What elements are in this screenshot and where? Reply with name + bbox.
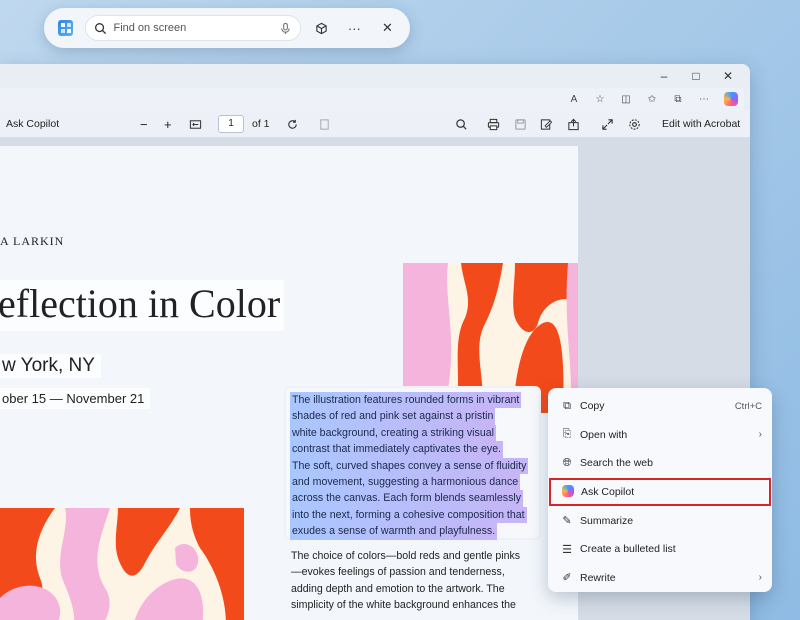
settings-button[interactable] bbox=[628, 110, 641, 138]
mic-icon[interactable] bbox=[279, 22, 292, 35]
app-logo-icon bbox=[58, 20, 74, 36]
selected-line: shades of red and pink set against a pri… bbox=[290, 408, 496, 425]
print-icon bbox=[487, 118, 500, 130]
artwork-image-bottom bbox=[0, 508, 244, 620]
zoom-in-button[interactable]: + bbox=[164, 110, 172, 138]
body-line: The choice of colors—bold reds and gentl… bbox=[291, 550, 521, 562]
menu-item-label: Rewrite bbox=[580, 571, 616, 584]
pdf-page: A LARKIN eflection in Color w York, NY o… bbox=[0, 146, 578, 620]
rotate-button[interactable] bbox=[286, 110, 299, 138]
selected-line: The illustration features rounded forms … bbox=[290, 392, 522, 409]
favorite-icon[interactable]: ☆ bbox=[594, 94, 606, 105]
menu-item-bulleted-list[interactable]: ☰ Create a bulleted list bbox=[548, 535, 772, 564]
menu-item-label: Copy bbox=[580, 400, 605, 413]
more-button[interactable]: ··· bbox=[342, 15, 367, 41]
body-paragraph: The choice of colors—bold reds and gentl… bbox=[291, 548, 551, 614]
selected-line: across the canvas. Each form blends seam… bbox=[290, 490, 524, 507]
fit-page-button[interactable] bbox=[189, 110, 202, 138]
menu-item-summarize[interactable]: ✎ Summarize bbox=[548, 506, 772, 535]
open-with-icon: ⎘ bbox=[562, 428, 572, 441]
cube-icon bbox=[315, 22, 327, 34]
share-button[interactable] bbox=[567, 110, 580, 138]
selected-line: and movement, suggesting a harmonious da… bbox=[290, 474, 521, 491]
edit-with-acrobat-button[interactable]: Edit with Acrobat bbox=[662, 110, 740, 138]
share-icon bbox=[568, 118, 579, 130]
page-total: of 1 bbox=[252, 118, 270, 130]
fit-page-icon bbox=[189, 119, 202, 129]
rotate-icon bbox=[288, 119, 297, 129]
menu-item-search-web[interactable]: 🌐︎ Search the web bbox=[548, 449, 772, 478]
save-button[interactable] bbox=[514, 110, 527, 138]
favorites-icon[interactable]: ✩ bbox=[646, 94, 658, 105]
maximize-button[interactable]: □ bbox=[680, 69, 712, 83]
cube-button[interactable] bbox=[309, 15, 334, 41]
save-icon bbox=[515, 118, 526, 130]
search-field[interactable] bbox=[85, 15, 301, 41]
menu-item-rewrite[interactable]: ✐ Rewrite › bbox=[548, 564, 772, 593]
search-input[interactable] bbox=[113, 22, 273, 34]
document-title: eflection in Color bbox=[0, 280, 285, 331]
zoom-out-button[interactable]: − bbox=[140, 110, 148, 138]
selected-text-block[interactable]: The illustration features rounded forms … bbox=[286, 388, 539, 540]
context-menu: ⧉ Copy Ctrl+C ⎘ Open with › 🌐︎ Search th… bbox=[548, 388, 772, 592]
body-line: —evokes feelings of passion and tenderne… bbox=[291, 566, 505, 579]
browser-toolbar: A ☆ ◫ ✩ ⧉ ⋯ bbox=[0, 88, 744, 110]
list-icon: ☰ bbox=[562, 543, 572, 556]
page-view-icon bbox=[320, 118, 329, 130]
author-name: A LARKIN bbox=[0, 234, 65, 248]
shortcut-hint: Ctrl+C bbox=[734, 400, 762, 412]
selected-line: white background, creating a striking vi… bbox=[290, 424, 496, 442]
print-button[interactable] bbox=[487, 110, 500, 138]
selected-line: exudes a sense of warmth and playfulness… bbox=[290, 523, 498, 540]
globe-icon: 🌐︎ bbox=[562, 456, 572, 469]
menu-item-label: Ask Copilot bbox=[581, 486, 635, 499]
close-button[interactable]: ✕ bbox=[375, 15, 400, 41]
summarize-icon: ✎ bbox=[562, 515, 572, 528]
split-screen-icon[interactable]: ◫ bbox=[620, 94, 632, 105]
chevron-right-icon: › bbox=[758, 572, 762, 584]
gear-icon bbox=[629, 118, 640, 130]
pdf-toolbar: Ask Copilot − + 1 of 1 Edit with Acrobat bbox=[0, 110, 750, 138]
fullscreen-button[interactable] bbox=[601, 110, 614, 138]
annotate-button[interactable] bbox=[540, 110, 553, 138]
draw-icon bbox=[540, 118, 553, 130]
chevron-right-icon: › bbox=[758, 429, 762, 441]
event-dates: ober 15 — November 21 bbox=[0, 388, 151, 409]
find-button[interactable] bbox=[455, 110, 468, 138]
expand-icon bbox=[602, 118, 613, 130]
menu-item-label: Create a bulleted list bbox=[580, 543, 676, 556]
menu-item-ask-copilot[interactable]: Ask Copilot bbox=[549, 477, 771, 507]
minimize-button[interactable]: – bbox=[648, 69, 680, 83]
rewrite-icon: ✐ bbox=[562, 572, 572, 585]
copilot-icon bbox=[561, 484, 575, 500]
read-aloud-icon[interactable]: A bbox=[568, 94, 580, 105]
menu-item-copy[interactable]: ⧉ Copy Ctrl+C bbox=[548, 392, 772, 421]
menu-item-open-with[interactable]: ⎘ Open with › bbox=[548, 421, 772, 450]
menu-item-label: Open with bbox=[580, 428, 628, 441]
page-view-button[interactable] bbox=[318, 110, 331, 138]
window-close-button[interactable]: ✕ bbox=[712, 69, 744, 83]
event-location: w York, NY bbox=[0, 354, 101, 378]
selected-line: The soft, curved shapes convey a sense o… bbox=[290, 457, 529, 474]
body-line: simplicity of the white background enhan… bbox=[291, 599, 516, 612]
selected-line: into the next, forming a cohesive compos… bbox=[290, 506, 527, 524]
page-number-input[interactable]: 1 bbox=[218, 115, 244, 133]
titlebar: – □ ✕ bbox=[0, 64, 750, 88]
body-line: adding depth and emotion to the artwork.… bbox=[291, 582, 505, 595]
selected-line: contrast that immediately captivates the… bbox=[290, 441, 504, 458]
copilot-icon[interactable] bbox=[724, 92, 738, 106]
find-on-screen-bar: ··· ✕ bbox=[44, 8, 410, 48]
menu-item-label: Summarize bbox=[580, 514, 634, 527]
menu-item-label: Search the web bbox=[580, 457, 653, 470]
copy-icon: ⧉ bbox=[563, 399, 571, 412]
search-icon bbox=[95, 22, 107, 34]
settings-more-icon[interactable]: ⋯ bbox=[698, 94, 710, 105]
search-icon bbox=[456, 118, 467, 130]
ask-copilot-button[interactable]: Ask Copilot bbox=[6, 110, 59, 138]
collections-icon[interactable]: ⧉ bbox=[672, 94, 684, 105]
